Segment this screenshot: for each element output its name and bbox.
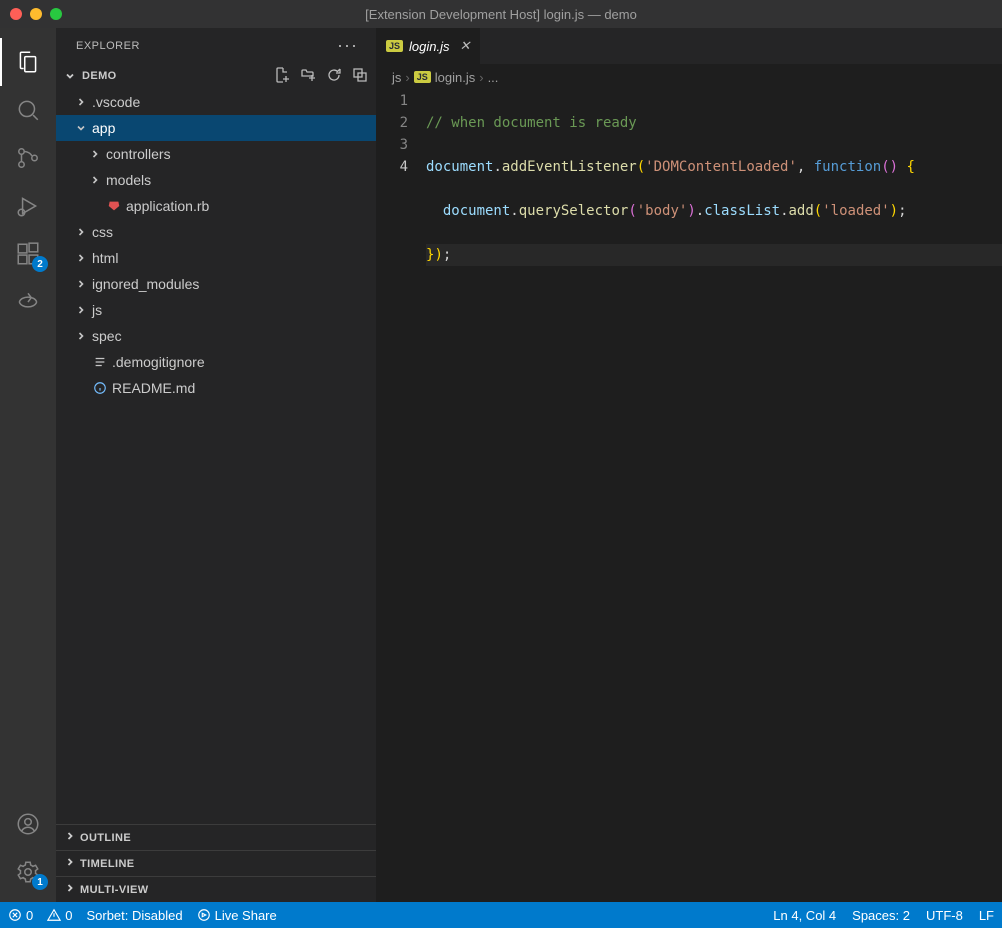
tree-item-label: ignored_modules: [90, 276, 199, 292]
activity-extensions[interactable]: 2: [0, 230, 56, 278]
tab-login-js[interactable]: JS login.js ✕: [376, 28, 481, 64]
chevron-right-icon: [72, 252, 90, 264]
code-content[interactable]: // when document is ready document.addEv…: [426, 90, 1002, 902]
file-tree: .vscode app controllers models application.r…: [56, 89, 376, 824]
chevron-right-icon: ›: [405, 70, 409, 85]
status-eol[interactable]: LF: [979, 908, 994, 923]
status-indent[interactable]: Spaces: 2: [852, 908, 910, 923]
chevron-right-icon: [72, 226, 90, 238]
tree-item-label: js: [90, 302, 102, 318]
status-bar: 0 0 Sorbet: Disabled Live Share Ln 4, Co…: [0, 902, 1002, 928]
section-timeline[interactable]: TIMELINE: [56, 850, 376, 876]
info-file-icon: [90, 381, 110, 395]
window-minimize-button[interactable]: [30, 8, 42, 20]
tree-item-label: models: [104, 172, 151, 188]
tree-folder[interactable]: html: [56, 245, 376, 271]
activity-search[interactable]: [0, 86, 56, 134]
sidebar: EXPLORER ··· DEMO .vscode app controllers m…: [56, 28, 376, 902]
tree-item-label: README.md: [110, 380, 195, 396]
section-multiview[interactable]: MULTI-VIEW: [56, 876, 376, 902]
chevron-right-icon: ›: [479, 70, 483, 85]
status-errors[interactable]: 0: [8, 908, 33, 923]
close-icon[interactable]: ✕: [459, 38, 470, 54]
tree-item-label: controllers: [104, 146, 171, 162]
chevron-right-icon: [64, 882, 76, 897]
status-warnings[interactable]: 0: [47, 908, 72, 923]
tree-folder[interactable]: models: [56, 167, 376, 193]
window-close-button[interactable]: [10, 8, 22, 20]
new-folder-icon[interactable]: [300, 67, 316, 86]
chevron-right-icon: [86, 174, 104, 186]
section-label: DEMO: [82, 70, 117, 82]
tab-label: login.js: [409, 39, 449, 54]
new-file-icon[interactable]: [274, 67, 290, 86]
breadcrumb[interactable]: js › JS login.js › ...: [376, 64, 1002, 90]
breadcrumb-folder[interactable]: js: [392, 70, 401, 85]
refresh-icon[interactable]: [326, 67, 342, 86]
activity-account[interactable]: [0, 800, 56, 848]
tree-folder[interactable]: ignored_modules: [56, 271, 376, 297]
chevron-right-icon: [72, 96, 90, 108]
chevron-right-icon: [72, 330, 90, 342]
tree-file[interactable]: application.rb: [56, 193, 376, 219]
js-file-icon: JS: [414, 71, 431, 83]
tree-item-label: app: [90, 120, 115, 136]
sidebar-more-icon[interactable]: ···: [337, 35, 358, 56]
breadcrumb-file[interactable]: login.js: [435, 70, 475, 85]
lines-file-icon: [90, 355, 110, 369]
window-maximize-button[interactable]: [50, 8, 62, 20]
tree-file[interactable]: .demogitignore: [56, 349, 376, 375]
titlebar: [Extension Development Host] login.js — …: [0, 0, 1002, 28]
tree-folder[interactable]: controllers: [56, 141, 376, 167]
tree-file[interactable]: README.md: [56, 375, 376, 401]
tree-folder[interactable]: css: [56, 219, 376, 245]
activity-settings[interactable]: 1: [0, 848, 56, 896]
tree-item-label: html: [90, 250, 118, 266]
tree-item-label: .vscode: [90, 94, 140, 110]
section-outline-label: OUTLINE: [80, 832, 131, 844]
section-header-demo[interactable]: DEMO: [56, 63, 376, 89]
status-cursor-pos[interactable]: Ln 4, Col 4: [773, 908, 836, 923]
activity-explorer[interactable]: [0, 38, 56, 86]
section-multiview-label: MULTI-VIEW: [80, 884, 149, 896]
tree-folder[interactable]: app: [56, 115, 376, 141]
chevron-right-icon: [72, 278, 90, 290]
code-editor[interactable]: 1 2 3 4 // when document is ready docume…: [376, 90, 1002, 902]
tree-item-label: .demogitignore: [110, 354, 205, 370]
status-liveshare[interactable]: Live Share: [197, 908, 277, 923]
js-file-icon: JS: [386, 40, 403, 52]
ruby-file-icon: [104, 199, 124, 213]
tree-folder[interactable]: spec: [56, 323, 376, 349]
tree-item-label: css: [90, 224, 113, 240]
chevron-right-icon: [64, 830, 76, 845]
collapse-icon[interactable]: [352, 67, 368, 86]
activity-remote[interactable]: [0, 278, 56, 326]
chevron-down-icon: [64, 70, 78, 82]
section-timeline-label: TIMELINE: [80, 858, 135, 870]
chevron-right-icon: [86, 148, 104, 160]
activity-source-control[interactable]: [0, 134, 56, 182]
chevron-right-icon: [64, 856, 76, 871]
tree-folder[interactable]: .vscode: [56, 89, 376, 115]
line-gutter: 1 2 3 4: [376, 90, 426, 902]
tree-item-label: application.rb: [124, 198, 209, 214]
chevron-down-icon: [72, 122, 90, 134]
tree-item-label: spec: [90, 328, 122, 344]
status-sorbet[interactable]: Sorbet: Disabled: [86, 908, 182, 923]
extensions-badge: 2: [32, 256, 48, 272]
chevron-right-icon: [72, 304, 90, 316]
window-title: [Extension Development Host] login.js — …: [365, 7, 637, 22]
activity-bar: 2 1: [0, 28, 56, 902]
settings-badge: 1: [32, 874, 48, 890]
section-outline[interactable]: OUTLINE: [56, 824, 376, 850]
breadcrumb-tail[interactable]: ...: [488, 70, 499, 85]
editor-area: JS login.js ✕ js › JS login.js › ... 1 2…: [376, 28, 1002, 902]
sidebar-title: EXPLORER: [76, 40, 140, 52]
status-encoding[interactable]: UTF-8: [926, 908, 963, 923]
tab-bar: JS login.js ✕: [376, 28, 1002, 64]
activity-debug[interactable]: [0, 182, 56, 230]
tree-folder[interactable]: js: [56, 297, 376, 323]
